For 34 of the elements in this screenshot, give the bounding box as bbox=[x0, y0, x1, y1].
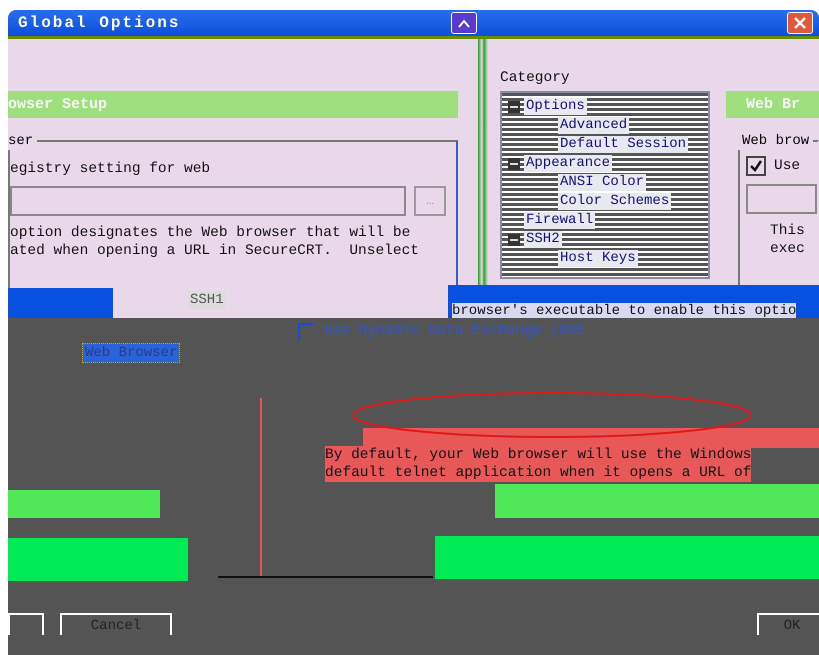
banner-text: browser's executable to enable this optio bbox=[452, 303, 796, 319]
option-label: egistry setting for web bbox=[10, 160, 212, 178]
tree-item[interactable]: Default Session bbox=[558, 136, 688, 153]
path-field[interactable] bbox=[746, 184, 817, 214]
dialog-button[interactable] bbox=[8, 613, 44, 635]
collapse-icon[interactable] bbox=[508, 158, 520, 170]
tree-item[interactable]: Firewall bbox=[524, 212, 596, 229]
section-header: Web Br bbox=[726, 91, 819, 118]
tree-item[interactable]: Advanced bbox=[558, 117, 630, 134]
tree-item[interactable]: ANSI Color bbox=[558, 174, 646, 191]
description-text: This exec bbox=[769, 222, 806, 258]
default-note: By default, your Web browser will use the Windows default telnet application when it opens a URL of bbox=[325, 446, 752, 482]
checkbox[interactable] bbox=[298, 323, 314, 339]
collapse-icon[interactable] bbox=[508, 100, 520, 112]
caret-icon bbox=[457, 18, 471, 28]
section-header: owser Setup bbox=[8, 91, 458, 118]
tree-item[interactable]: Options bbox=[524, 98, 587, 115]
tree-item[interactable]: SSH2 bbox=[524, 231, 562, 248]
window-title: Global Options bbox=[18, 14, 180, 32]
checkbox[interactable] bbox=[746, 156, 766, 176]
tree-item[interactable]: Host Keys bbox=[558, 250, 638, 267]
tree-item[interactable]: Color Schemes bbox=[558, 193, 672, 210]
description-text: option designates the Web browser that will be ated when opening a URL in SecureCRT. Unselect bbox=[10, 224, 420, 260]
path-field[interactable] bbox=[10, 186, 406, 216]
close-icon bbox=[794, 17, 806, 29]
close-button[interactable] bbox=[787, 12, 813, 34]
checkbox-label: Use Dynamic Data Exchange (DDE bbox=[324, 323, 586, 339]
checkbox-label: Use bbox=[774, 157, 800, 175]
collapse-icon[interactable] bbox=[508, 234, 520, 246]
restore-button[interactable] bbox=[451, 12, 477, 34]
category-label: Category bbox=[500, 69, 571, 87]
group-label: Web brow bbox=[738, 132, 814, 150]
tree-item[interactable]: Appearance bbox=[524, 155, 612, 172]
tree-item[interactable]: SSH1 bbox=[188, 291, 226, 309]
